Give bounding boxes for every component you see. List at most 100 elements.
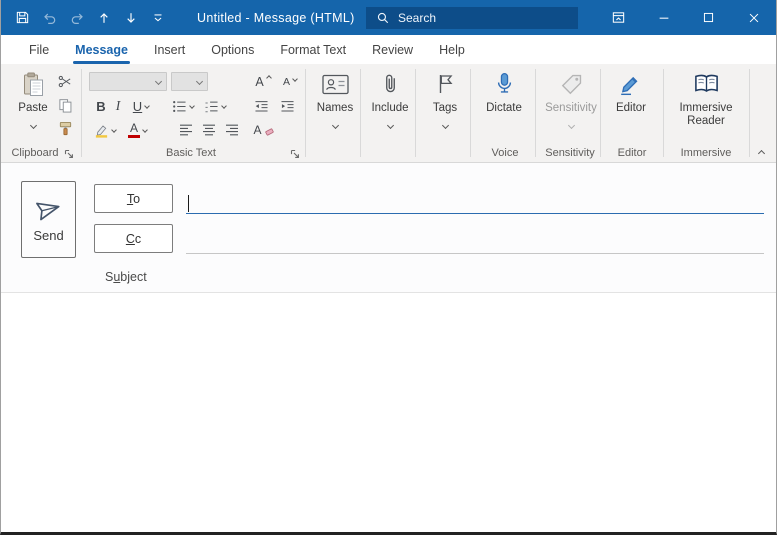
save-button[interactable] xyxy=(9,5,36,31)
decrease-indent-button[interactable] xyxy=(251,96,271,116)
outlook-message-window: Untitled - Message (HTML) Search File Me… xyxy=(0,0,777,535)
minimize-button[interactable] xyxy=(641,0,686,35)
tab-file[interactable]: File xyxy=(16,35,62,64)
paste-button[interactable]: Paste xyxy=(13,67,53,145)
redo-button[interactable] xyxy=(63,5,90,31)
tab-help[interactable]: Help xyxy=(426,35,478,64)
search-box[interactable]: Search xyxy=(366,7,578,29)
tab-options[interactable]: Options xyxy=(198,35,267,64)
include-button[interactable]: Include xyxy=(367,67,413,145)
cc-button-label: Cc xyxy=(125,231,142,246)
cc-button[interactable]: Cc xyxy=(94,224,173,253)
font-color-label: A xyxy=(129,121,138,135)
bold-button[interactable]: B xyxy=(93,96,109,116)
group-divider xyxy=(663,69,664,157)
ribbon-tabs: File Message Insert Options Format Text … xyxy=(1,35,776,64)
shrink-font-button[interactable]: A xyxy=(278,72,302,92)
dictate-button[interactable]: Dictate xyxy=(479,67,529,145)
previous-item-button[interactable] xyxy=(90,5,117,31)
undo-button[interactable] xyxy=(36,5,63,31)
compose-header: Send To Cc Subject xyxy=(1,163,776,293)
maximize-button[interactable] xyxy=(686,0,731,35)
paste-icon xyxy=(23,69,44,99)
immersive-reader-button[interactable]: Immersive Reader xyxy=(668,67,744,145)
clear-formatting-button[interactable]: A xyxy=(251,120,277,140)
immersive-group-label: Immersive xyxy=(680,147,732,159)
ribbon-display-icon xyxy=(611,10,626,25)
cut-button[interactable] xyxy=(55,71,75,91)
editor-label: Editor xyxy=(615,102,647,114)
to-field[interactable] xyxy=(186,187,764,213)
cc-field[interactable] xyxy=(186,227,764,253)
quick-access-toolbar xyxy=(9,5,171,31)
customize-qat-button[interactable] xyxy=(144,5,171,31)
tags-button[interactable]: Tags xyxy=(422,67,468,145)
group-divider xyxy=(305,69,306,157)
to-button[interactable]: To xyxy=(94,184,173,213)
align-center-icon xyxy=(202,124,216,136)
arrow-up-icon xyxy=(97,11,111,25)
undo-icon xyxy=(42,10,58,26)
align-center-button[interactable] xyxy=(200,120,218,140)
chevron-down-icon xyxy=(331,121,339,130)
tab-format-text[interactable]: Format Text xyxy=(267,35,359,64)
align-right-button[interactable] xyxy=(223,120,241,140)
tags-label: Tags xyxy=(432,102,458,114)
immersive-reader-label-line1: Immersive xyxy=(679,102,733,114)
copy-icon xyxy=(58,98,73,113)
clipboard-dialog-launcher[interactable] xyxy=(63,148,75,160)
group-divider xyxy=(415,69,416,157)
window-controls xyxy=(596,0,776,35)
increase-indent-button[interactable] xyxy=(277,96,297,116)
close-button[interactable] xyxy=(731,0,776,35)
window-title: Untitled - Message (HTML) xyxy=(197,10,355,25)
sensitivity-icon xyxy=(560,69,583,99)
voice-group-label: Voice xyxy=(491,147,519,159)
subject-label: Subject xyxy=(105,270,147,284)
paperclip-icon xyxy=(382,69,399,99)
ribbon-display-options-button[interactable] xyxy=(596,0,641,35)
chevron-down-icon xyxy=(189,103,195,109)
editor-group-label: Editor xyxy=(617,147,647,159)
chevron-down-icon xyxy=(195,77,204,86)
editor-pencil-icon xyxy=(619,69,643,99)
send-button[interactable]: Send xyxy=(21,181,76,258)
editor-button[interactable]: Editor xyxy=(606,67,656,145)
underline-button[interactable]: U xyxy=(128,96,154,116)
numbering-button[interactable] xyxy=(201,96,229,116)
tab-message[interactable]: Message xyxy=(62,35,141,64)
eraser-icon xyxy=(264,124,275,136)
italic-button[interactable]: I xyxy=(112,96,124,116)
tab-review[interactable]: Review xyxy=(359,35,426,64)
immersive-reader-label-line2: Reader xyxy=(687,115,725,127)
group-divider xyxy=(749,69,750,157)
font-color-button[interactable]: A xyxy=(124,120,151,140)
names-button[interactable]: Names xyxy=(312,67,358,145)
chevron-down-icon xyxy=(567,121,575,130)
chevron-down-icon xyxy=(292,76,298,82)
collapse-ribbon-button[interactable] xyxy=(751,143,771,163)
font-size-select[interactable] xyxy=(171,72,208,91)
include-label: Include xyxy=(371,102,409,114)
text-highlight-button[interactable] xyxy=(91,120,119,140)
sensitivity-button[interactable]: Sensitivity xyxy=(542,67,600,145)
numbering-icon xyxy=(204,100,219,113)
basic-text-dialog-launcher[interactable] xyxy=(289,148,301,160)
subject-field[interactable] xyxy=(186,263,764,289)
next-item-button[interactable] xyxy=(117,5,144,31)
font-family-select[interactable] xyxy=(89,72,167,91)
to-button-label: To xyxy=(126,191,141,206)
format-painter-button[interactable] xyxy=(55,119,75,139)
grow-font-button[interactable]: A xyxy=(251,72,275,92)
close-icon xyxy=(747,11,761,25)
message-body[interactable] xyxy=(1,293,776,532)
tab-insert[interactable]: Insert xyxy=(141,35,198,64)
underline-label: U xyxy=(132,98,143,114)
align-left-button[interactable] xyxy=(177,120,195,140)
bullets-button[interactable] xyxy=(169,96,197,116)
to-field-underline xyxy=(186,213,764,214)
send-label: Send xyxy=(33,227,64,243)
copy-button[interactable] xyxy=(55,95,75,115)
sensitivity-label: Sensitivity xyxy=(545,102,597,114)
clear-formatting-label: A xyxy=(253,123,262,137)
